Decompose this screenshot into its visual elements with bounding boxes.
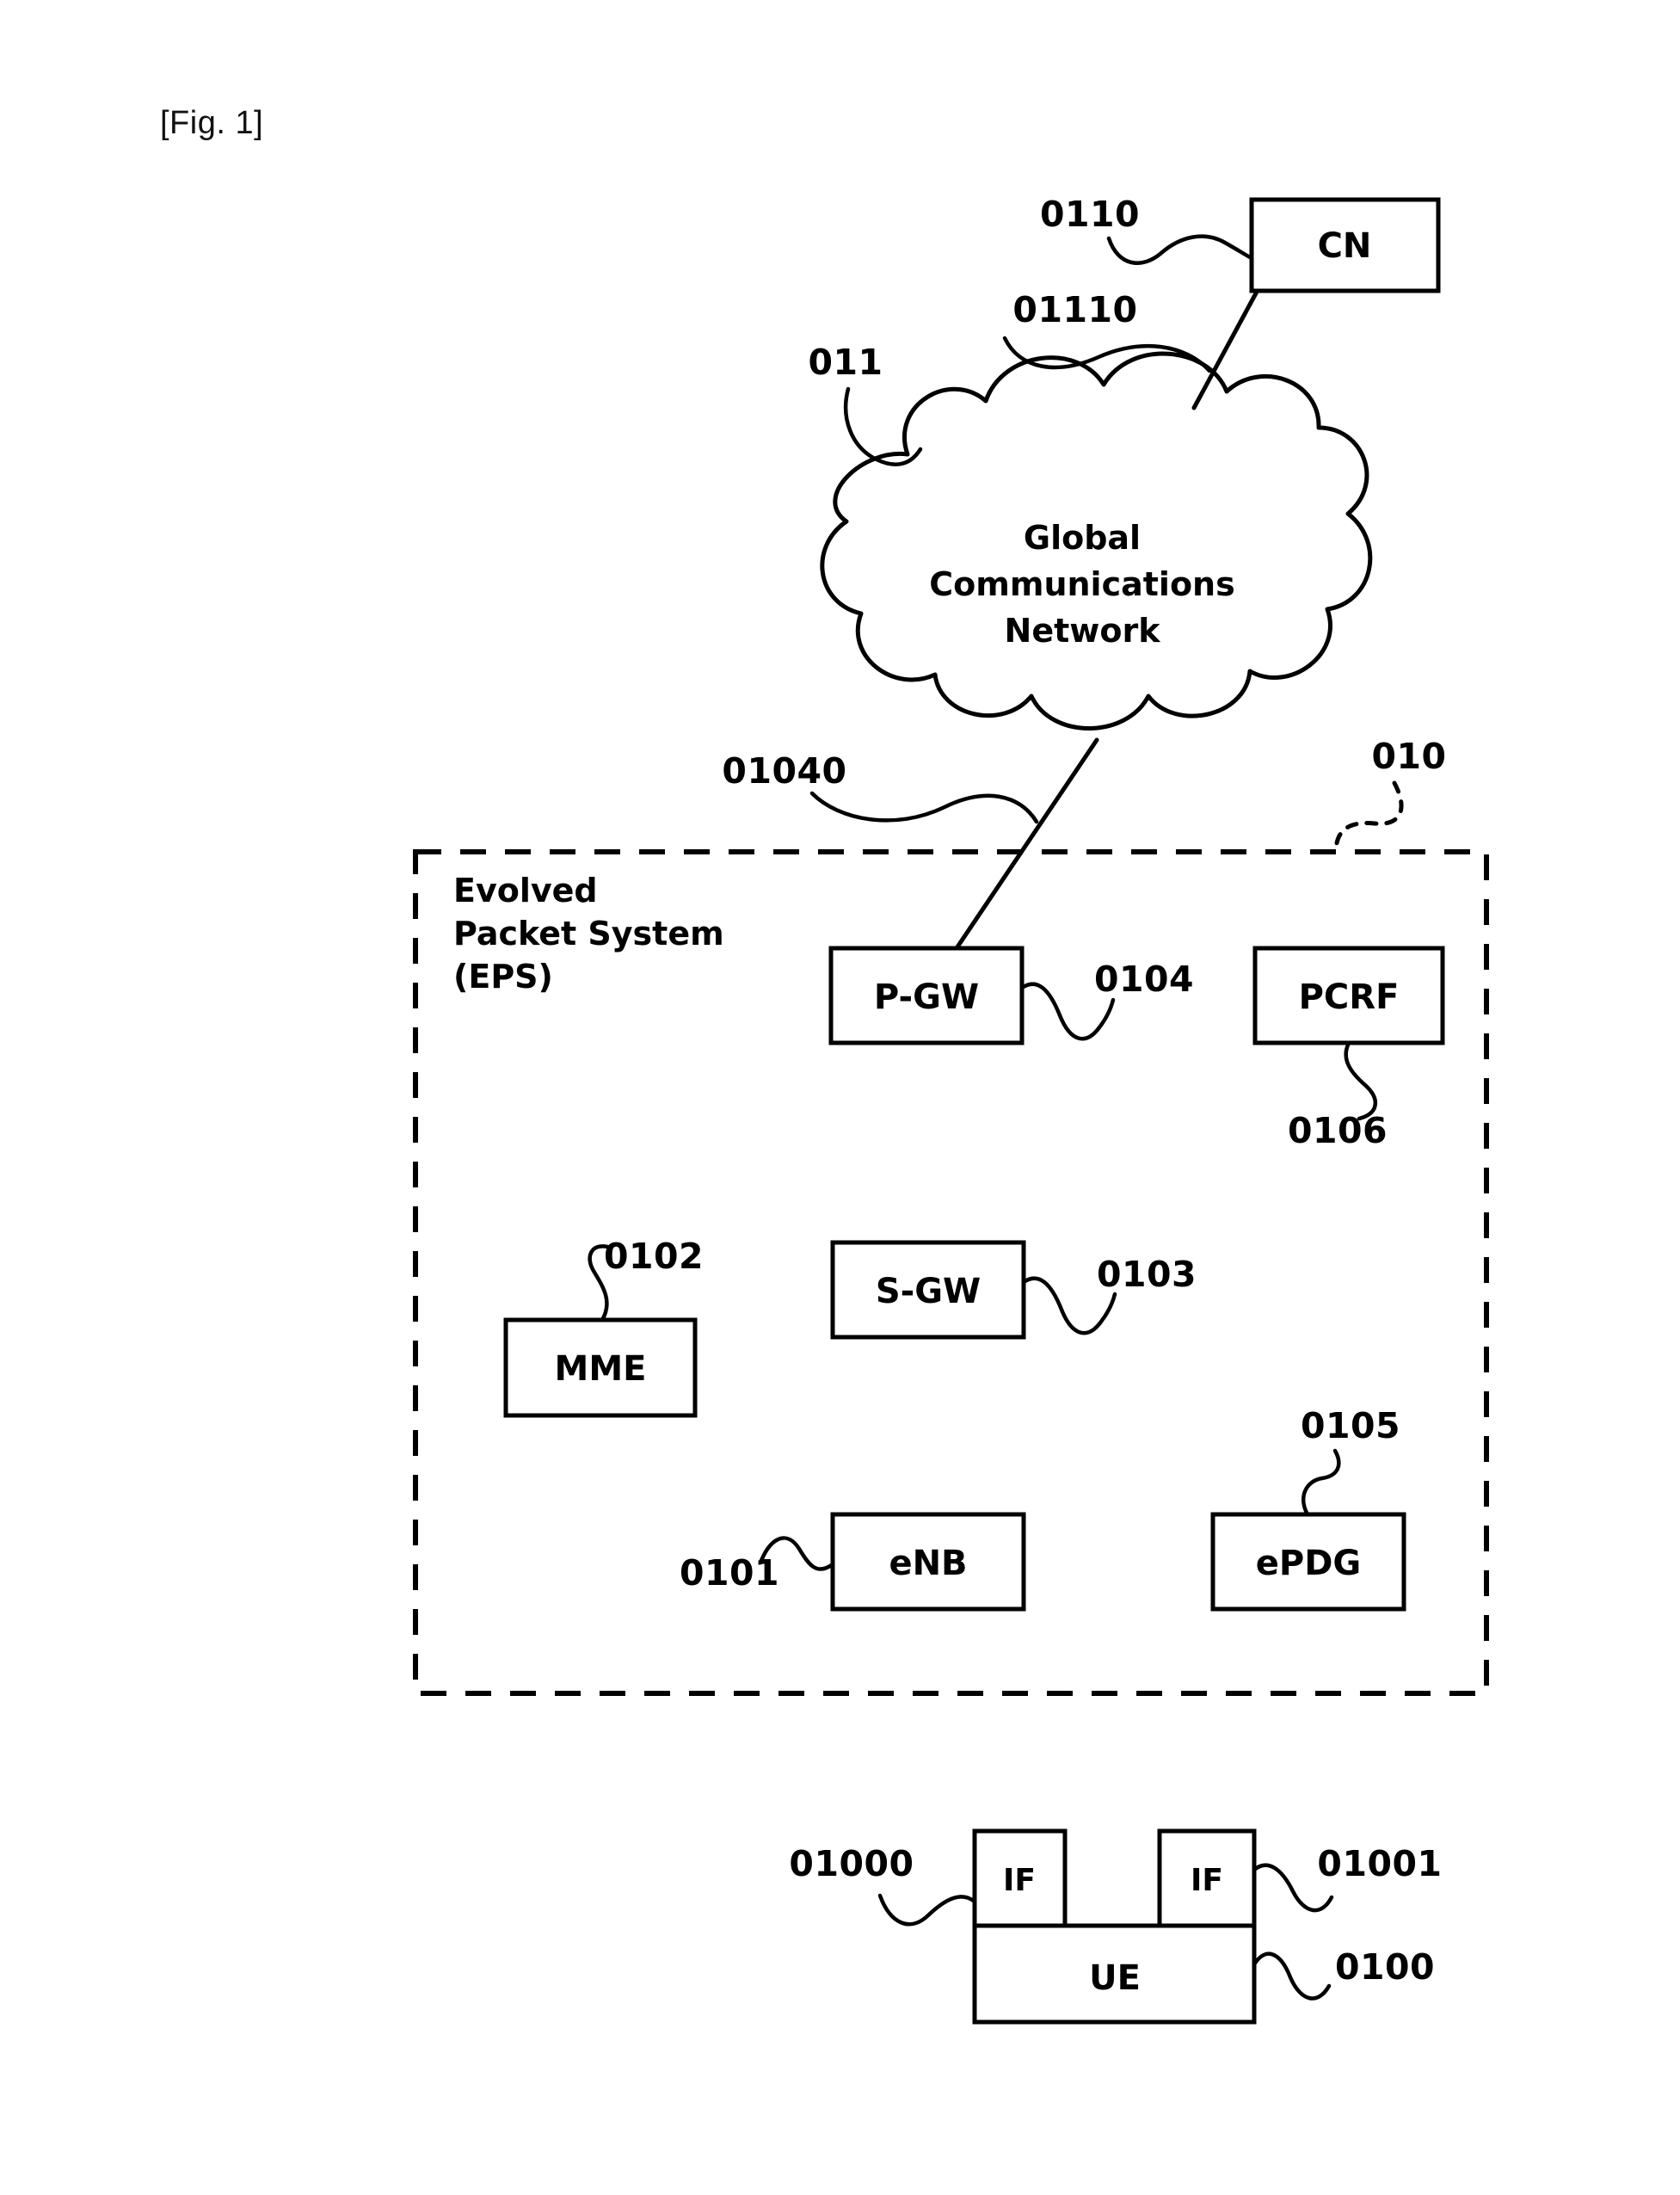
ue-label: UE: [1089, 1958, 1141, 1998]
ref-0106-label: 0106: [1288, 1110, 1388, 1151]
ref-0100-label: 0100: [1335, 1946, 1435, 1988]
cloud-line-3: Network: [1005, 612, 1161, 650]
ue-node: IF IF UE: [972, 1828, 1257, 2025]
ref-0102-label: 0102: [604, 1236, 704, 1277]
cloud-to-pgw-connector: [954, 737, 1099, 951]
enb-label: eNB: [889, 1544, 967, 1583]
pgw-node: P-GW: [828, 946, 1025, 1045]
eps-title-line-1: Evolved: [453, 872, 598, 909]
ref-0105-leader: [1302, 1448, 1341, 1517]
ref-0110-label: 0110: [1040, 194, 1140, 235]
if-right-label: IF: [1191, 1863, 1223, 1898]
epdg-label: ePDG: [1256, 1544, 1361, 1583]
ref-01040-leader: [809, 791, 1039, 824]
pgw-label: P-GW: [874, 977, 979, 1017]
cn-node: CN: [1249, 197, 1441, 293]
ref-01000-leader: [877, 1893, 977, 1927]
ref-0101-label: 0101: [680, 1552, 779, 1594]
figure-root: [Fig. 1] CN 0110 Global Communications N…: [0, 0, 1680, 2195]
eps-title-line-3: (EPS): [453, 958, 553, 996]
ref-01110-label: 01110: [1012, 289, 1137, 330]
ref-01001-label: 01001: [1317, 1843, 1442, 1884]
ref-010-label: 010: [1371, 736, 1446, 777]
eps-title-line-2: Packet System: [453, 915, 724, 953]
sgw-node: S-GW: [830, 1240, 1026, 1340]
cloud-line-1: Global: [1024, 519, 1141, 557]
cn-label: CN: [1318, 226, 1372, 266]
ref-0100-leader: [1252, 1951, 1332, 2001]
epdg-node: ePDG: [1210, 1512, 1406, 1612]
ref-0103-label: 0103: [1097, 1254, 1197, 1295]
if-left-label: IF: [1003, 1863, 1036, 1898]
pcrf-node: PCRF: [1252, 946, 1445, 1045]
enb-node: eNB: [830, 1512, 1026, 1612]
mme-label: MME: [555, 1349, 647, 1389]
ref-01000-label: 01000: [789, 1843, 914, 1884]
ref-0106-leader: [1344, 1040, 1377, 1121]
ref-0105-label: 0105: [1301, 1405, 1400, 1446]
ref-010-leader: [1333, 780, 1404, 854]
global-network-cloud: Global Communications Network: [820, 351, 1373, 731]
cloud-line-2: Communications: [929, 565, 1234, 603]
mme-node: MME: [503, 1317, 698, 1418]
ref-01040-label: 01040: [722, 750, 846, 792]
ref-011-label: 011: [808, 342, 883, 383]
ref-0110-leader: [1106, 234, 1254, 265]
pcrf-label: PCRF: [1299, 977, 1400, 1017]
sgw-label: S-GW: [876, 1272, 981, 1311]
eps-architecture-diagram: CN 0110 Global Communications Network 01…: [413, 194, 1489, 2025]
ref-0104-label: 0104: [1094, 959, 1194, 1000]
